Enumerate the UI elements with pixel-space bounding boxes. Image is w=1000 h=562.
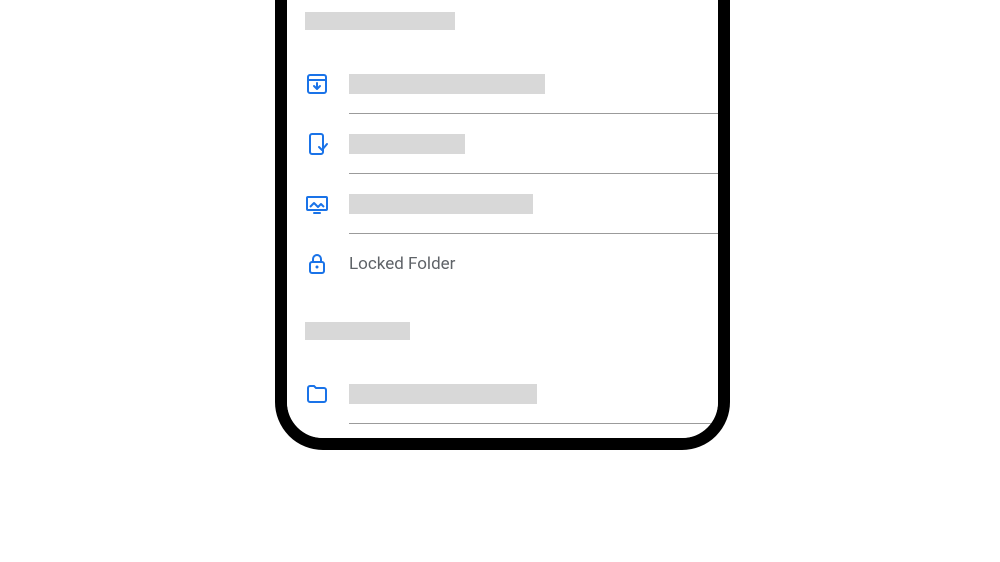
list-item-folder[interactable] [305, 376, 700, 412]
lock-icon [305, 252, 329, 276]
list-item-locked-folder[interactable]: Locked Folder [305, 246, 700, 282]
folder-icon [305, 382, 329, 406]
list-item-label-placeholder [349, 74, 545, 94]
photo-frame-icon [305, 192, 329, 216]
list-item-archive[interactable] [305, 66, 700, 102]
phone-frame: Locked Folder [275, 0, 730, 450]
archive-icon [305, 72, 329, 96]
divider [349, 233, 718, 234]
section-header-placeholder [305, 12, 455, 30]
list-item-photo-frame[interactable] [305, 186, 700, 222]
list-item-device[interactable] [305, 126, 700, 162]
list-item-label-placeholder [349, 194, 533, 214]
section-header-placeholder [305, 322, 410, 340]
settings-list: Locked Folder [305, 0, 700, 412]
list-item-label: Locked Folder [349, 254, 455, 274]
divider [349, 423, 718, 424]
list-item-label-placeholder [349, 134, 465, 154]
app-screen: Locked Folder [287, 0, 718, 438]
divider [349, 113, 718, 114]
divider [349, 173, 718, 174]
list-item-label-placeholder [349, 384, 537, 404]
device-check-icon [305, 132, 329, 156]
